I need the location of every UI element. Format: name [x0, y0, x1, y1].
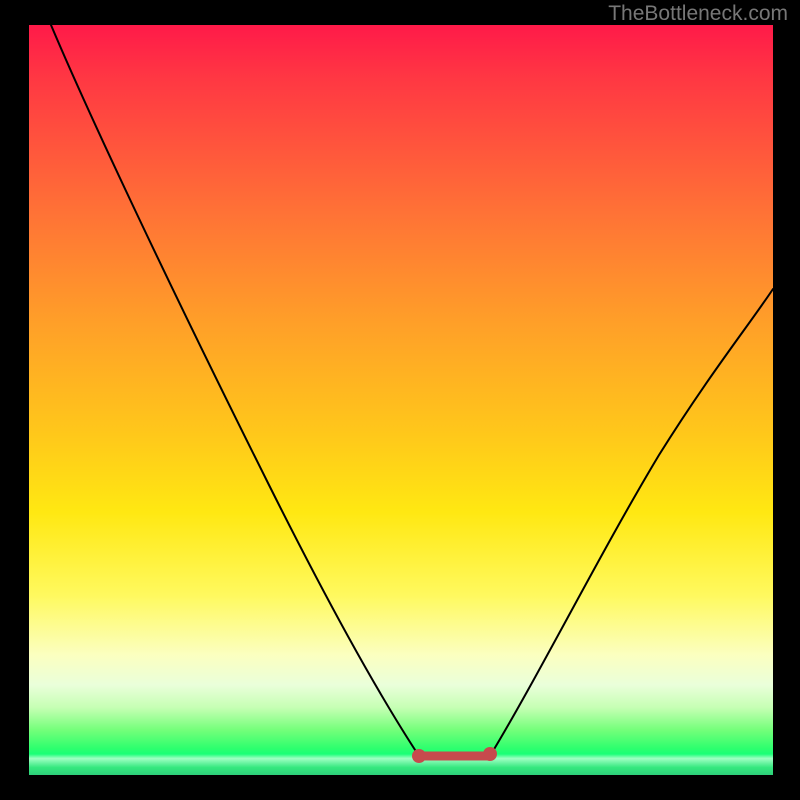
right-curve [490, 289, 773, 756]
watermark-label: TheBottleneck.com [608, 2, 788, 26]
left-curve [51, 25, 419, 756]
flat-end-dot [483, 747, 497, 761]
flat-start-dot [412, 749, 426, 763]
chart-canvas: TheBottleneck.com [0, 0, 800, 800]
plot-svg [29, 25, 773, 775]
